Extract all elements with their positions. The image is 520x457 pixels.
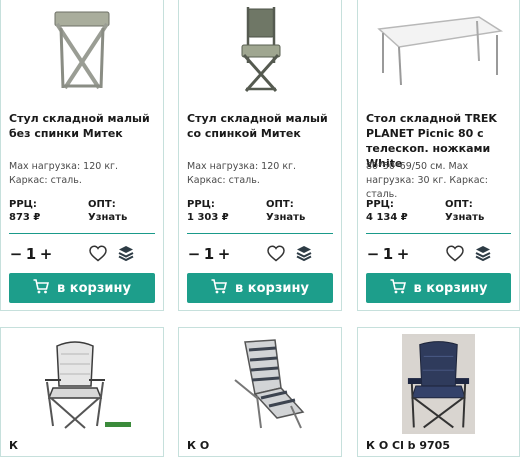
heart-icon[interactable] [446,245,464,266]
add-to-cart-button[interactable]: в корзину [366,273,511,303]
product-image[interactable] [179,0,341,98]
opt-label: ОПТ: [88,199,116,210]
qty-minus-button[interactable]: − [187,245,201,263]
qty-plus-button[interactable]: + [39,245,53,263]
layers-icon[interactable] [118,245,134,266]
cart-icon [211,278,228,298]
price-block: РРЦ: 873 ₽ ОПТ: Узнать [9,199,157,225]
qty-minus-button[interactable]: − [366,245,380,263]
product-card: Стул складной малый со спинкой Митек Мах… [178,0,342,311]
product-image[interactable] [366,0,511,98]
opt-label: ОПТ: [445,199,473,210]
qty-value[interactable]: 1 [23,245,39,263]
product-card: Стол складной TREK PLANET Picnic 80 с те… [357,0,520,311]
rrp-label: РРЦ: [9,199,37,210]
heart-icon[interactable] [89,245,107,266]
product-title[interactable]: Стул складной малый без спинки Митек [9,111,157,141]
add-to-cart-button[interactable]: в корзину [187,273,333,303]
quantity-stepper: − 1 + [9,243,53,265]
opt-value[interactable]: Узнать [88,211,127,224]
product-card: Стул складной малый без спинки Митек Мах… [0,0,164,311]
product-image[interactable] [1,334,163,434]
cart-icon [33,278,50,298]
rrp-value: 4 134 ₽ [366,212,408,223]
product-title[interactable]: К [9,438,157,453]
product-title[interactable]: К О Cl b 9705 [366,438,513,453]
product-card: К О [178,327,342,457]
opt-label: ОПТ: [266,199,294,210]
product-description: Мах нагрузка: 120 кг. Каркас: сталь. [187,161,297,186]
rrp-label: РРЦ: [187,199,215,210]
divider [187,233,333,234]
price-block: РРЦ: 4 134 ₽ ОПТ: Узнать [366,199,513,225]
rrp-value: 873 ₽ [9,212,41,223]
product-description: Мах нагрузка: 120 кг. Каркас: сталь. [9,161,119,186]
cart-button-label: в корзину [235,280,309,296]
product-description: 80*50*69/50 см. Мах нагрузка: 30 кг. Кар… [366,161,488,200]
product-card: К [0,327,164,457]
card-controls: − 1 + [187,243,335,265]
quantity-stepper: − 1 + [366,243,410,265]
cart-button-label: в корзину [57,280,131,296]
divider [366,233,511,234]
product-card: К О Cl b 9705 [357,327,520,457]
product-image[interactable] [1,0,163,98]
product-title[interactable]: Стул складной малый со спинкой Митек [187,111,335,141]
rrp-label: РРЦ: [366,199,394,210]
product-image[interactable] [179,334,341,434]
qty-value[interactable]: 1 [380,245,396,263]
cart-icon [390,278,406,298]
heart-icon[interactable] [267,245,285,266]
quantity-stepper: − 1 + [187,243,231,265]
qty-plus-button[interactable]: + [396,245,410,263]
price-block: РРЦ: 1 303 ₽ ОПТ: Узнать [187,199,335,225]
qty-value[interactable]: 1 [201,245,217,263]
add-to-cart-button[interactable]: в корзину [9,273,155,303]
product-title[interactable]: К О [187,438,335,453]
card-controls: − 1 + [9,243,157,265]
cart-button-label: в корзину [413,280,488,296]
opt-value[interactable]: Узнать [445,211,484,224]
product-image[interactable] [402,334,475,434]
qty-minus-button[interactable]: − [9,245,23,263]
layers-icon[interactable] [475,245,491,266]
layers-icon[interactable] [296,245,312,266]
rrp-value: 1 303 ₽ [187,212,229,223]
card-controls: − 1 + [366,243,513,265]
divider [9,233,155,234]
qty-plus-button[interactable]: + [217,245,231,263]
opt-value[interactable]: Узнать [266,211,305,224]
